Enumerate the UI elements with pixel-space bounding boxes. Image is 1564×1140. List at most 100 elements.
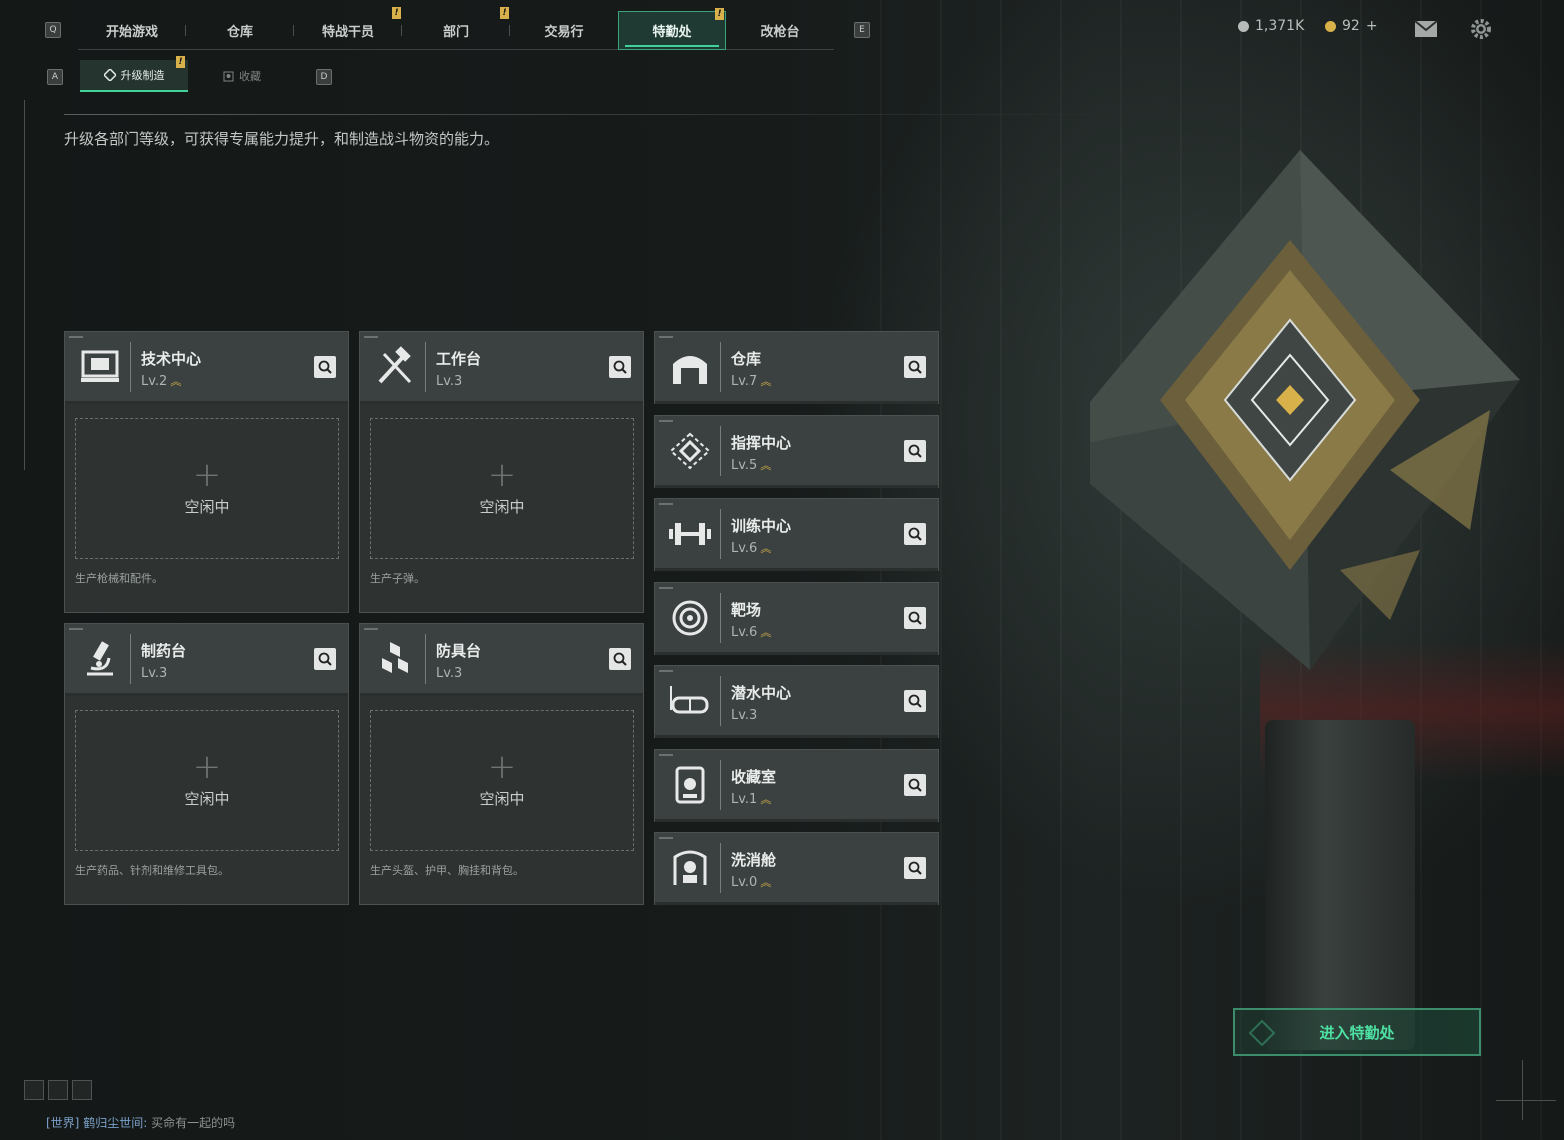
facility-decontamination[interactable]: 洗消舱 Lv.0 ︽ xyxy=(654,832,939,905)
facility-name: 技术中心 xyxy=(141,350,202,368)
tab-special-ops[interactable]: 特勤处! xyxy=(618,8,726,50)
wrench-diamond-icon xyxy=(103,69,116,81)
header-mark xyxy=(364,628,378,630)
level-text: Lv.3 xyxy=(436,666,463,681)
divider xyxy=(64,114,1124,115)
upgrade-arrow-icon: ︽ xyxy=(760,375,772,388)
chat-username[interactable]: 鹤归尘世间: xyxy=(83,1116,147,1130)
facility-level: Lv.6 ︽ xyxy=(731,541,771,556)
search-icon[interactable] xyxy=(904,523,926,545)
gold-currency[interactable]: 92 + xyxy=(1325,18,1378,34)
facility-name: 训练中心 xyxy=(731,517,792,535)
key-hint-next-subtab: D xyxy=(316,69,332,85)
facility-note: 生产子弹。 xyxy=(370,572,425,585)
background-pillar xyxy=(1265,720,1415,1050)
header-divider xyxy=(130,634,131,684)
tab-operators[interactable]: 特战干员! xyxy=(294,7,402,50)
header-divider xyxy=(720,593,721,643)
facility-note: 生产头盔、护甲、胸挂和背包。 xyxy=(370,864,524,877)
facility-name: 制药台 xyxy=(141,642,187,660)
card-header: 训练中心 Lv.6 ︽ xyxy=(655,499,938,571)
subtab-upgrade-craft[interactable]: 升级制造 ! xyxy=(80,56,188,92)
facility-level: Lv.3 xyxy=(436,666,462,681)
craft-card-workbench[interactable]: 工作台 Lv.3 + 空闲中 生产子弹。 xyxy=(359,331,644,613)
header-mark xyxy=(659,503,673,505)
production-slot[interactable]: + 空闲中 xyxy=(75,418,339,559)
gear-icon[interactable] xyxy=(1469,17,1493,41)
facility-shooting-range[interactable]: 靶场 Lv.6 ︽ xyxy=(654,582,939,655)
facility-name: 工作台 xyxy=(436,350,482,368)
search-icon[interactable] xyxy=(904,857,926,879)
tab-gunsmith[interactable]: 改枪台 xyxy=(726,11,834,50)
header-divider xyxy=(720,676,721,726)
side-frame-line xyxy=(24,100,25,470)
silver-currency[interactable]: 1,371K xyxy=(1238,18,1304,34)
header-divider xyxy=(425,634,426,684)
production-slot[interactable]: + 空闲中 xyxy=(370,418,634,559)
facility-level: Lv.6 ︽ xyxy=(731,625,771,640)
facility-diving-center[interactable]: 潜水中心 Lv.3 xyxy=(654,665,939,738)
search-icon[interactable] xyxy=(904,440,926,462)
header-mark xyxy=(659,587,673,589)
facility-collection-room[interactable]: 收藏室 Lv.1 ︽ xyxy=(654,749,939,822)
tab-warehouse[interactable]: 仓库 xyxy=(186,11,294,50)
tab-departments[interactable]: 部门! xyxy=(402,7,510,50)
chat-message[interactable]: [世界] 鹤归尘世间: 买命有一起的吗 xyxy=(46,1114,235,1131)
header-mark xyxy=(364,336,378,338)
facility-note: 生产枪械和配件。 xyxy=(75,572,163,585)
search-icon[interactable] xyxy=(904,607,926,629)
chat-channel: [世界] xyxy=(46,1116,80,1130)
search-icon[interactable] xyxy=(904,774,926,796)
card-header: 技术中心 Lv.2 ︽ xyxy=(65,332,348,404)
craft-card-armor-bench[interactable]: 防具台 Lv.3 + 空闲中 生产头盔、护甲、胸挂和背包。 xyxy=(359,623,644,905)
header-divider xyxy=(720,426,721,476)
tab-label: 部门 xyxy=(442,25,469,40)
chat-emoji-button[interactable] xyxy=(48,1080,68,1100)
search-icon[interactable] xyxy=(314,356,336,378)
search-icon[interactable] xyxy=(904,690,926,712)
slot-status: 空闲中 xyxy=(184,790,230,808)
tab-trade[interactable]: 交易行 xyxy=(510,11,618,50)
facility-level: Lv.3 xyxy=(436,374,462,389)
facility-level: Lv.2 ︽ xyxy=(141,374,181,389)
header-mark xyxy=(69,628,83,630)
enter-special-ops-button[interactable]: 进入特勤处 xyxy=(1233,1008,1481,1056)
add-gold-button[interactable]: + xyxy=(1366,18,1378,34)
level-text: Lv.6 xyxy=(731,541,758,556)
level-text: Lv.2 xyxy=(141,374,168,389)
card-header: 收藏室 Lv.1 ︽ xyxy=(655,750,938,822)
production-slot[interactable]: + 空闲中 xyxy=(370,710,634,851)
add-icon: + xyxy=(487,455,517,495)
craft-card-pharmacy[interactable]: 制药台 Lv.3 + 空闲中 生产药品、针剂和维修工具包。 xyxy=(64,623,349,905)
upgrade-arrow-icon: ︽ xyxy=(760,876,772,889)
search-icon[interactable] xyxy=(904,356,926,378)
tab-start-game[interactable]: 开始游戏 xyxy=(78,11,186,50)
slot-status: 空闲中 xyxy=(184,498,230,516)
chat-channel-button[interactable] xyxy=(24,1080,44,1100)
facility-command-center[interactable]: 指挥中心 Lv.5 ︽ xyxy=(654,415,939,488)
mail-icon[interactable] xyxy=(1414,20,1438,38)
search-icon[interactable] xyxy=(314,648,336,670)
facility-level: Lv.1 ︽ xyxy=(731,792,771,807)
production-slot[interactable]: + 空闲中 xyxy=(75,710,339,851)
facility-name: 洗消舱 xyxy=(731,851,777,869)
subtab-label: 收藏 xyxy=(239,70,261,83)
facility-warehouse[interactable]: 仓库 Lv.7 ︽ xyxy=(654,331,939,404)
header-mark xyxy=(659,336,673,338)
facility-training-center[interactable]: 训练中心 Lv.6 ︽ xyxy=(654,498,939,571)
chat-settings-button[interactable] xyxy=(72,1080,92,1100)
collection-icon xyxy=(223,71,234,81)
sub-tabs: 升级制造 ! 收藏 xyxy=(80,56,296,92)
silver-amount: 1,371K xyxy=(1255,18,1305,34)
craft-card-tech-center[interactable]: 技术中心 Lv.2 ︽ + 空闲中 生产枪械和配件。 xyxy=(64,331,349,613)
search-icon[interactable] xyxy=(609,648,631,670)
search-icon[interactable] xyxy=(609,356,631,378)
header-divider xyxy=(720,760,721,810)
tab-label: 改枪台 xyxy=(760,25,800,40)
upgrade-arrow-icon: ︽ xyxy=(760,459,772,472)
level-text: Lv.3 xyxy=(731,708,758,723)
card-header: 靶场 Lv.6 ︽ xyxy=(655,583,938,655)
subtab-collection[interactable]: 收藏 xyxy=(188,60,296,92)
chat-text: 买命有一起的吗 xyxy=(151,1116,236,1130)
card-header: 工作台 Lv.3 xyxy=(360,332,643,404)
